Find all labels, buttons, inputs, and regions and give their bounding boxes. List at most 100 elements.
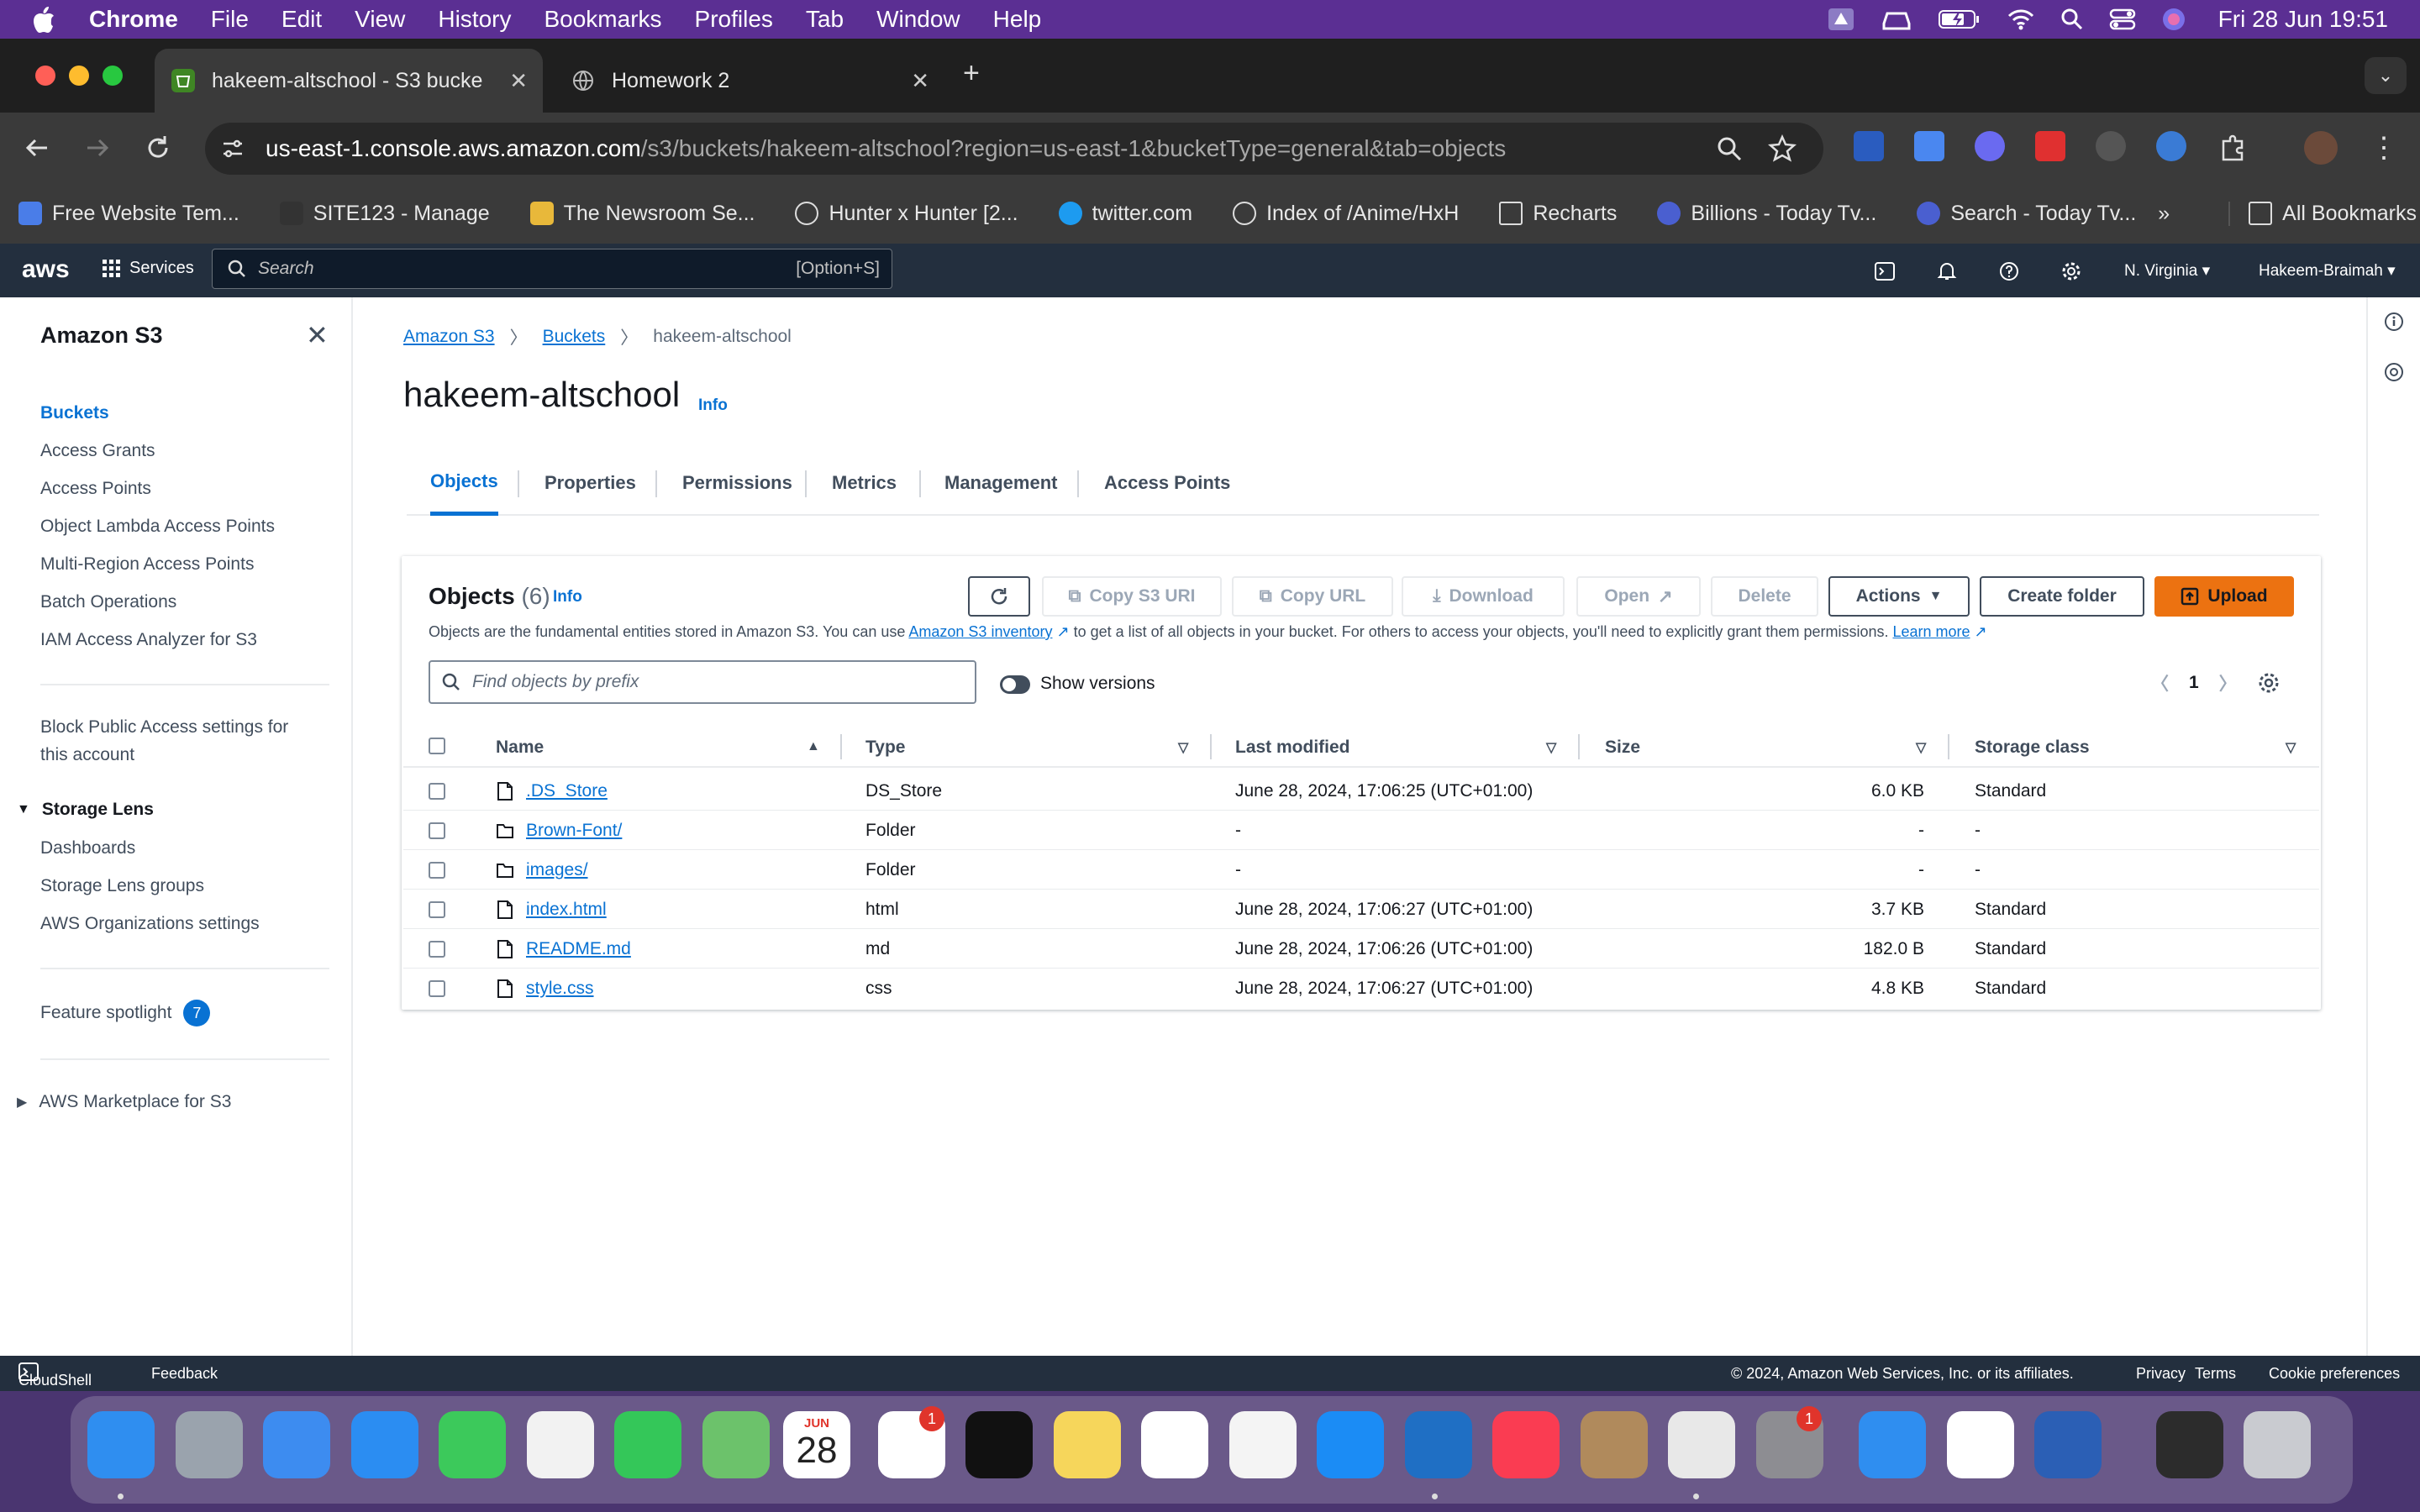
forward-icon[interactable] bbox=[81, 131, 114, 165]
column-type[interactable]: Type bbox=[865, 738, 905, 758]
menu-history[interactable]: History bbox=[438, 6, 511, 33]
assistant-icon[interactable] bbox=[2383, 361, 2405, 383]
cookie-preferences-link[interactable]: Cookie preferences bbox=[2269, 1365, 2400, 1383]
apple-icon[interactable] bbox=[32, 5, 55, 34]
feedback-link[interactable]: Feedback bbox=[151, 1365, 218, 1383]
table-settings-gear-icon[interactable] bbox=[2257, 671, 2281, 695]
column-storage-class[interactable]: Storage class bbox=[1975, 738, 2090, 758]
window-zoom-button[interactable] bbox=[103, 66, 123, 86]
freeform-icon[interactable] bbox=[1141, 1411, 1208, 1478]
cloudshell-button[interactable]: CloudShell bbox=[18, 1362, 92, 1389]
object-name-link[interactable]: style.css bbox=[526, 979, 594, 999]
breadcrumb-amazon-s3[interactable]: Amazon S3 bbox=[403, 327, 495, 347]
launchpad-icon[interactable] bbox=[176, 1411, 243, 1478]
help-icon[interactable] bbox=[1998, 260, 2020, 282]
row-checkbox[interactable] bbox=[429, 901, 445, 918]
tab-close-icon[interactable]: ✕ bbox=[911, 68, 929, 94]
safari-icon[interactable] bbox=[351, 1411, 418, 1478]
services-menu[interactable]: Services bbox=[103, 259, 194, 278]
column-name[interactable]: Name bbox=[496, 738, 544, 758]
menu-profiles[interactable]: Profiles bbox=[695, 6, 773, 33]
prev-page-icon[interactable]: 〈 bbox=[2151, 670, 2169, 696]
mail-icon[interactable] bbox=[263, 1411, 330, 1478]
chrome-icon[interactable] bbox=[1668, 1411, 1735, 1478]
copy-url-button[interactable]: ⧉ Copy URL bbox=[1232, 576, 1393, 617]
sidebar-item-access-grants[interactable]: Access Grants bbox=[40, 441, 155, 461]
extension-google-translate-icon[interactable] bbox=[1914, 131, 1944, 161]
music-icon[interactable] bbox=[1492, 1411, 1560, 1478]
sort-icon[interactable]: ▽ bbox=[2286, 739, 2296, 756]
sidebar-item-iam-analyzer[interactable]: IAM Access Analyzer for S3 bbox=[40, 630, 257, 650]
info-panel-icon[interactable] bbox=[2383, 311, 2405, 333]
menu-help[interactable]: Help bbox=[993, 6, 1042, 33]
browser-tab[interactable]: Homework 2 ✕ bbox=[555, 49, 944, 113]
terms-link[interactable]: Terms bbox=[2195, 1365, 2236, 1383]
bookmarks-overflow-icon[interactable]: » bbox=[2158, 202, 2170, 226]
sidebar-item-access-points[interactable]: Access Points bbox=[40, 479, 151, 499]
sidebar-item-buckets[interactable]: Buckets bbox=[40, 403, 109, 423]
region-selector[interactable]: N. Virginia ▾ bbox=[2124, 261, 2210, 281]
slack-icon[interactable] bbox=[1947, 1411, 2014, 1478]
actions-dropdown[interactable]: Actions ▼ bbox=[1828, 576, 1970, 617]
table-row[interactable]: index.html html June 28, 2024, 17:06:27 … bbox=[403, 890, 2319, 929]
sidebar-item-object-lambda[interactable]: Object Lambda Access Points bbox=[40, 517, 275, 537]
tab-metrics[interactable]: Metrics bbox=[832, 450, 897, 516]
drive-status-icon[interactable] bbox=[1827, 7, 1855, 32]
messages-icon[interactable] bbox=[439, 1411, 506, 1478]
bookmark-item[interactable]: Hunter x Hunter [2... bbox=[795, 202, 1018, 226]
address-bar[interactable]: us-east-1.console.aws.amazon.com/s3/buck… bbox=[205, 123, 1823, 175]
site-info-icon[interactable] bbox=[220, 136, 245, 161]
objects-info-link[interactable]: Info bbox=[553, 588, 582, 606]
sort-icon[interactable]: ▽ bbox=[1916, 739, 1926, 756]
row-checkbox[interactable] bbox=[429, 862, 445, 879]
trash-icon[interactable] bbox=[2244, 1411, 2311, 1478]
column-last-modified[interactable]: Last modified bbox=[1235, 738, 1350, 758]
menu-tab[interactable]: Tab bbox=[806, 6, 844, 33]
breadcrumb-buckets[interactable]: Buckets bbox=[543, 327, 606, 347]
menu-edit[interactable]: Edit bbox=[281, 6, 322, 33]
photos-icon[interactable] bbox=[527, 1411, 594, 1478]
tab-objects[interactable]: Objects bbox=[430, 450, 498, 516]
control-center-icon[interactable] bbox=[2109, 8, 2136, 31]
tab-close-icon[interactable]: ✕ bbox=[509, 68, 528, 94]
show-versions-toggle[interactable] bbox=[1000, 675, 1030, 694]
close-sidebar-icon[interactable]: ✕ bbox=[306, 319, 329, 351]
bookmark-folder[interactable]: Recharts bbox=[1499, 202, 1617, 226]
notes-icon[interactable] bbox=[1054, 1411, 1121, 1478]
bookmark-item[interactable]: The Newsroom Se... bbox=[529, 202, 755, 226]
row-checkbox[interactable] bbox=[429, 941, 445, 958]
create-folder-button[interactable]: Create folder bbox=[1980, 576, 2144, 617]
upload-button[interactable]: Upload bbox=[2154, 576, 2294, 617]
refresh-button[interactable] bbox=[968, 576, 1030, 617]
tab-permissions[interactable]: Permissions bbox=[682, 450, 792, 516]
extension-dot-icon[interactable] bbox=[2096, 131, 2126, 161]
maps-icon[interactable] bbox=[702, 1411, 770, 1478]
bookmark-item[interactable]: twitter.com bbox=[1058, 202, 1192, 226]
bookmark-item[interactable]: Index of /Anime/HxH bbox=[1233, 202, 1459, 226]
calendar-icon[interactable]: JUN 28 bbox=[783, 1411, 850, 1478]
facetime-icon[interactable] bbox=[614, 1411, 681, 1478]
tab-search-icon[interactable]: ⌄ bbox=[2365, 57, 2407, 94]
current-page[interactable]: 1 bbox=[2189, 673, 2199, 693]
sidebar-item-multi-region[interactable]: Multi-Region Access Points bbox=[40, 554, 254, 575]
sidebar-item-org-settings[interactable]: AWS Organizations settings bbox=[40, 914, 260, 934]
storage-lens-section[interactable]: ▼ Storage Lens bbox=[17, 800, 154, 820]
sidebar-item-block-public-access[interactable]: Block Public Access settings for this acc… bbox=[40, 717, 288, 773]
object-prefix-search[interactable]: Find objects by prefix bbox=[429, 660, 976, 704]
back-icon[interactable] bbox=[20, 131, 54, 165]
account-menu[interactable]: Hakeem-Braimah ▾ bbox=[2259, 261, 2396, 281]
table-row[interactable]: images/ Folder - - - bbox=[403, 850, 2319, 890]
column-size[interactable]: Size bbox=[1605, 738, 1640, 758]
extensions-puzzle-icon[interactable] bbox=[2217, 131, 2250, 165]
row-checkbox[interactable] bbox=[429, 822, 445, 839]
table-row[interactable]: README.md md June 28, 2024, 17:06:26 (UT… bbox=[403, 929, 2319, 969]
battery-icon[interactable] bbox=[1938, 8, 1981, 31]
menu-window[interactable]: Window bbox=[876, 6, 960, 33]
tab-management[interactable]: Management bbox=[944, 450, 1057, 516]
extension-gear-icon[interactable] bbox=[1975, 131, 2005, 161]
contacts-icon[interactable] bbox=[1581, 1411, 1648, 1478]
menu-app-name[interactable]: Chrome bbox=[89, 6, 178, 33]
all-bookmarks-button[interactable]: All Bookmarks bbox=[2228, 201, 2417, 226]
bookmark-star-icon[interactable] bbox=[1768, 134, 1797, 163]
table-row[interactable]: style.css css June 28, 2024, 17:06:27 (U… bbox=[403, 969, 2319, 1008]
